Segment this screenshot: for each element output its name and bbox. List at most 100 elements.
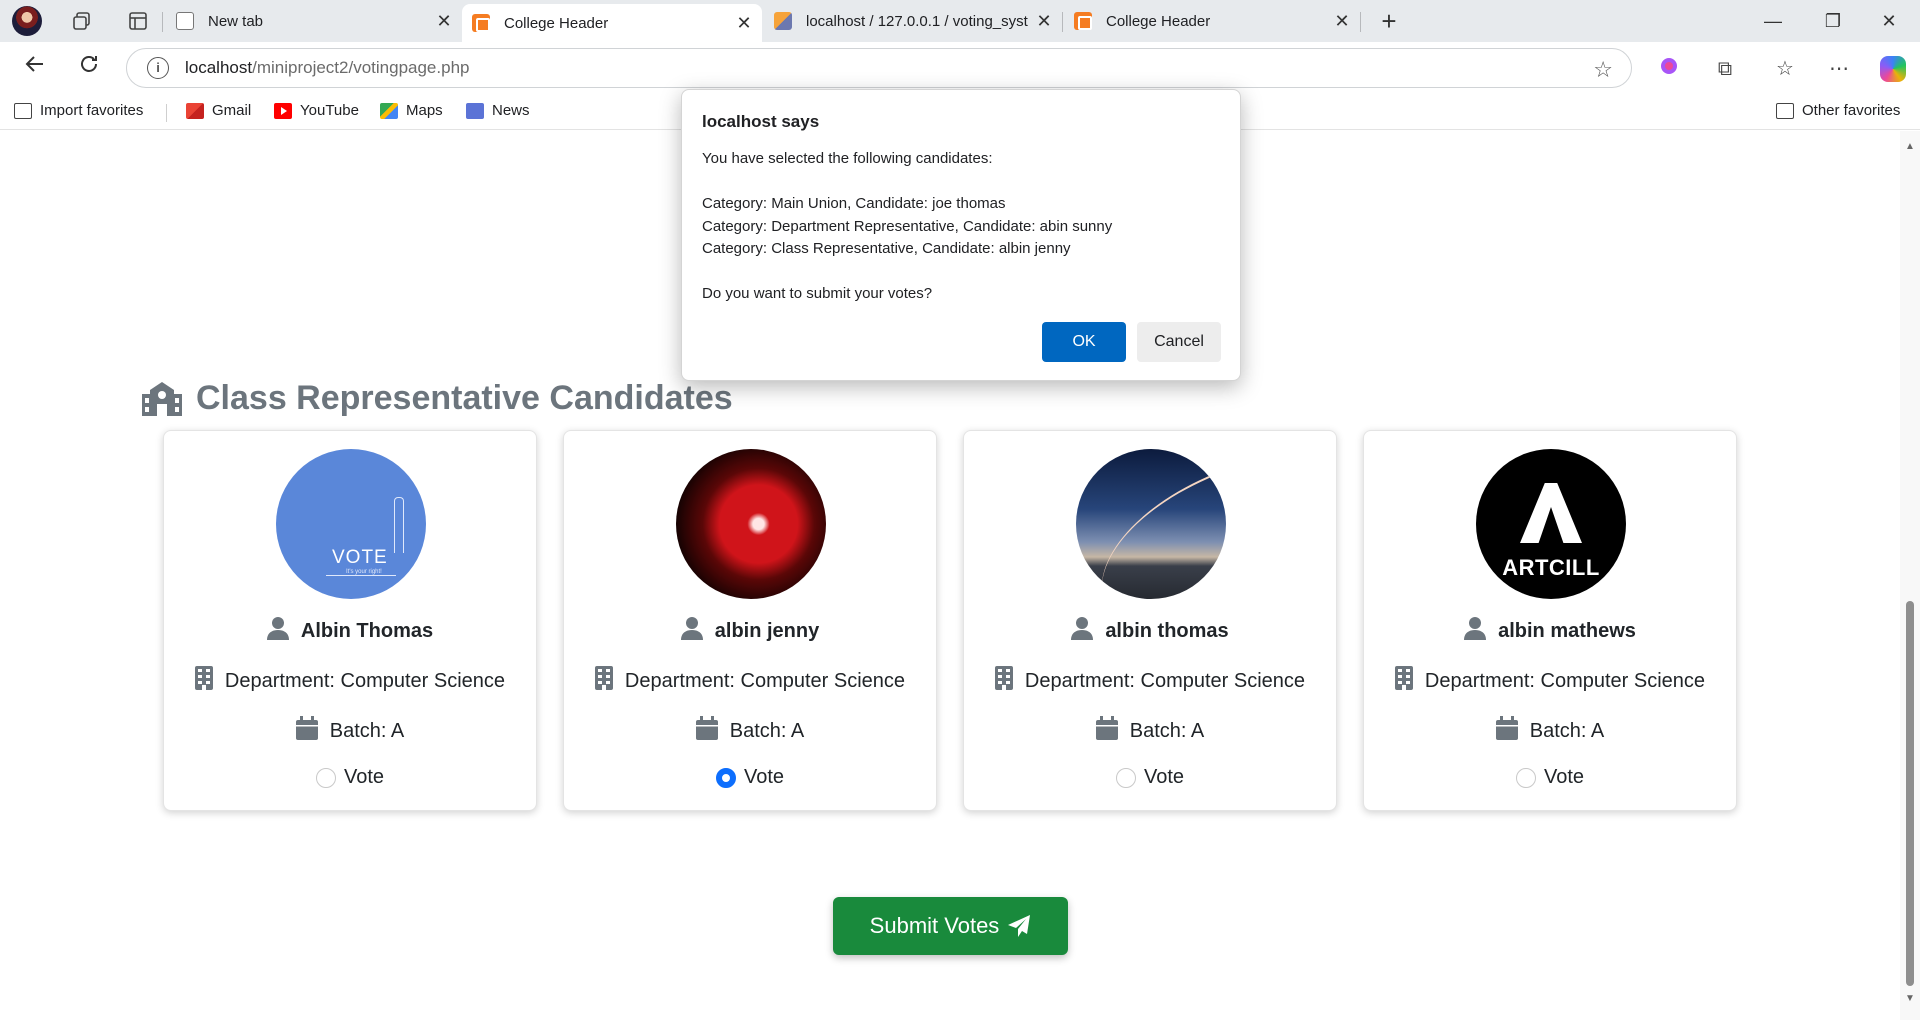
restore-icon[interactable]: ❐ <box>1810 6 1856 36</box>
building-icon <box>994 666 1013 696</box>
building-icon <box>1394 666 1413 696</box>
maps-icon <box>380 102 398 119</box>
candidate-photo: VOTE It's your right! <box>276 449 426 599</box>
user-icon <box>1071 616 1094 646</box>
candidate-photo: ARTCILL <box>1476 449 1626 599</box>
minimize-icon[interactable]: — <box>1750 6 1796 36</box>
gmail-icon <box>186 102 204 119</box>
candidate-card: VOTE It's your right! Albin Thomas Depar… <box>163 430 537 811</box>
bookmark-maps[interactable]: Maps <box>380 102 443 119</box>
news-icon <box>466 102 484 119</box>
youtube-icon <box>274 102 292 119</box>
dialog-message: You have selected the following candidat… <box>702 150 1113 302</box>
scroll-down-icon[interactable]: ▼ <box>1905 993 1915 1004</box>
submit-votes-button[interactable]: Submit Votes <box>833 897 1068 955</box>
extensions-icon[interactable]: ⧉ <box>1710 54 1740 84</box>
tab-title: College Header <box>504 14 609 32</box>
profile-avatar[interactable] <box>12 6 42 36</box>
user-icon <box>1464 616 1487 646</box>
tab-title: College Header <box>1106 12 1211 30</box>
close-tab-icon[interactable]: ✕ <box>1334 11 1350 32</box>
dialog-title: localhost says <box>702 112 820 131</box>
close-tab-icon[interactable]: ✕ <box>736 13 752 34</box>
back-button[interactable] <box>18 52 52 86</box>
candidate-department: Department: Computer Science <box>224 669 506 692</box>
dialog-cancel-button[interactable]: Cancel <box>1137 322 1221 362</box>
new-tab-icon <box>176 12 194 30</box>
candidate-name: albin mathews <box>1498 619 1636 642</box>
tab-phpmyadmin[interactable]: localhost / 127.0.0.1 / voting_syst ✕ <box>764 4 1062 38</box>
calendar-icon <box>1495 716 1518 746</box>
scroll-up-icon[interactable]: ▲ <box>1905 141 1915 152</box>
tab-college-header[interactable]: College Header ✕ <box>1064 4 1360 38</box>
tab-strip: New tab ✕ College Header ✕ localhost / 1… <box>0 0 1920 42</box>
candidate-department: Department: Computer Science <box>1424 669 1706 692</box>
site-info-icon[interactable]: i <box>147 57 169 79</box>
candidate-batch: Batch: A <box>1529 719 1605 742</box>
candidate-photo <box>1076 449 1226 599</box>
copilot-icon[interactable] <box>1880 56 1906 82</box>
folder-icon <box>1776 102 1794 119</box>
candidate-card: albin jenny Department: Computer Science… <box>563 430 937 811</box>
page-scrollbar[interactable]: ▲ ▼ <box>1900 131 1920 1020</box>
favorite-star-icon[interactable]: ☆ <box>1593 57 1613 83</box>
vote-radio[interactable] <box>1515 767 1536 788</box>
tab-new-tab[interactable]: New tab ✕ <box>166 4 462 38</box>
more-menu-icon[interactable]: ⋯ <box>1824 54 1854 84</box>
paper-plane-icon <box>1008 915 1031 937</box>
candidate-name: albin jenny <box>714 619 820 642</box>
address-bar[interactable]: i localhost/miniproject2/votingpage.php … <box>126 48 1632 88</box>
candidate-card: albin thomas Department: Computer Scienc… <box>963 430 1337 811</box>
browser-toolbar: i localhost/miniproject2/votingpage.php … <box>0 42 1920 94</box>
vote-option[interactable]: Vote <box>164 766 536 789</box>
new-tab-button[interactable]: + <box>1374 6 1404 36</box>
candidate-department: Department: Computer Science <box>1024 669 1306 692</box>
tab-college-header-active[interactable]: College Header ✕ <box>462 4 762 42</box>
vote-option[interactable]: Vote <box>564 766 936 789</box>
vote-radio-selected[interactable] <box>715 767 736 788</box>
section-heading: Class Representative Candidates <box>140 379 733 418</box>
bookmark-import-favorites[interactable]: Import favorites <box>14 102 143 119</box>
vote-radio[interactable] <box>1115 767 1136 788</box>
bookmark-other-favorites[interactable]: Other favorites <box>1776 102 1900 119</box>
refresh-button[interactable] <box>72 52 106 86</box>
calendar-icon <box>295 716 318 746</box>
vote-option[interactable]: Vote <box>1364 766 1736 789</box>
phpmyadmin-icon <box>774 12 792 30</box>
section-title: Class Representative Candidates <box>196 379 733 417</box>
school-icon <box>142 381 182 416</box>
import-icon <box>14 102 32 119</box>
candidate-batch: Batch: A <box>329 719 405 742</box>
url-text[interactable]: localhost/miniproject2/votingpage.php <box>185 58 469 78</box>
bookmark-youtube[interactable]: YouTube <box>274 102 359 119</box>
back-arrow-icon <box>25 56 43 72</box>
tab-title: localhost / 127.0.0.1 / voting_syst <box>806 12 1028 30</box>
browser-essentials-icon[interactable] <box>1654 54 1684 84</box>
dialog-ok-button[interactable]: OK <box>1042 322 1126 362</box>
calendar-icon <box>695 716 718 746</box>
xampp-icon <box>1074 12 1092 30</box>
xampp-icon <box>472 14 490 32</box>
vote-radio[interactable] <box>315 767 336 788</box>
candidate-batch: Batch: A <box>1129 719 1205 742</box>
bookmark-news[interactable]: News <box>466 102 530 119</box>
confirm-dialog: localhost says You have selected the fol… <box>681 89 1241 381</box>
vertical-tabs-icon[interactable] <box>120 3 156 39</box>
close-tab-icon[interactable]: ✕ <box>1036 11 1052 32</box>
workspaces-icon[interactable] <box>64 3 100 39</box>
candidate-name: Albin Thomas <box>300 619 434 642</box>
scrollbar-thumb[interactable] <box>1906 601 1914 986</box>
candidate-name: albin thomas <box>1105 619 1229 642</box>
candidate-department: Department: Computer Science <box>624 669 906 692</box>
candidate-batch: Batch: A <box>729 719 805 742</box>
tab-title: New tab <box>208 12 264 30</box>
vote-option[interactable]: Vote <box>964 766 1336 789</box>
close-window-icon[interactable]: ✕ <box>1866 6 1912 36</box>
favorites-icon[interactable]: ☆ <box>1770 54 1800 84</box>
bookmark-gmail[interactable]: Gmail <box>186 102 251 119</box>
candidate-photo <box>676 449 826 599</box>
candidate-card: ARTCILL albin mathews Department: Comput… <box>1363 430 1737 811</box>
close-tab-icon[interactable]: ✕ <box>436 11 452 32</box>
user-icon <box>266 616 289 646</box>
refresh-icon <box>81 56 97 72</box>
